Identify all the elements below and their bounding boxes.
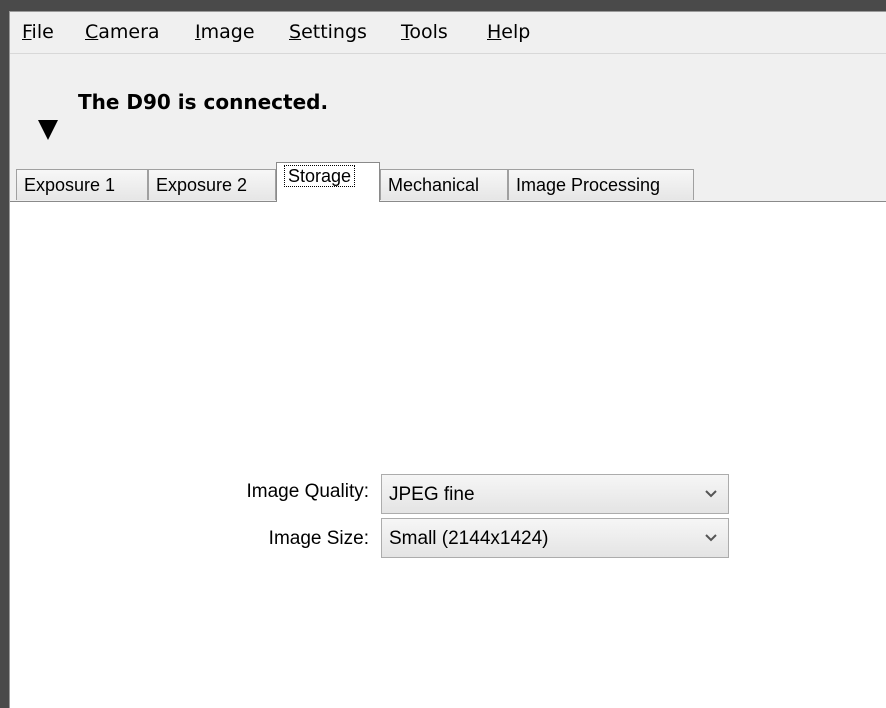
tab-mechanical[interactable]: Mechanical [380, 169, 508, 200]
menu-tools[interactable]: Tools [401, 21, 448, 43]
triangle-down-icon[interactable] [38, 120, 58, 140]
tab-image-processing[interactable]: Image Processing [508, 169, 694, 200]
menu-help[interactable]: Help [487, 21, 530, 43]
menu-settings[interactable]: Settings [289, 21, 367, 43]
chevron-down-icon [705, 534, 717, 542]
connection-status: The D90 is connected. [78, 90, 329, 114]
app-window: File Camera Image Settings Tools Help Th… [9, 11, 886, 708]
tab-exposure-2[interactable]: Exposure 2 [148, 169, 276, 200]
image-quality-label: Image Quality: [246, 481, 370, 502]
tab-strip: Exposure 1 Exposure 2 Storage Mechanical… [10, 162, 886, 202]
tab-exposure-1[interactable]: Exposure 1 [16, 169, 148, 200]
image-size-value: Small (2144x1424) [389, 528, 549, 549]
image-quality-select[interactable]: JPEG fine [381, 474, 729, 514]
image-size-label: Image Size: [268, 528, 369, 549]
menu-bar: File Camera Image Settings Tools Help [10, 12, 886, 54]
storage-panel: Image Quality: JPEG fine Image Size: Sma… [10, 201, 886, 708]
image-size-select[interactable]: Small (2144x1424) [381, 518, 729, 558]
menu-file[interactable]: File [22, 21, 54, 43]
menu-image[interactable]: Image [195, 21, 255, 43]
chevron-down-icon [705, 490, 717, 498]
tab-storage[interactable]: Storage [276, 162, 380, 202]
menu-camera[interactable]: Camera [85, 21, 160, 43]
tab-storage-label: Storage [284, 165, 356, 187]
image-quality-value: JPEG fine [389, 484, 475, 505]
